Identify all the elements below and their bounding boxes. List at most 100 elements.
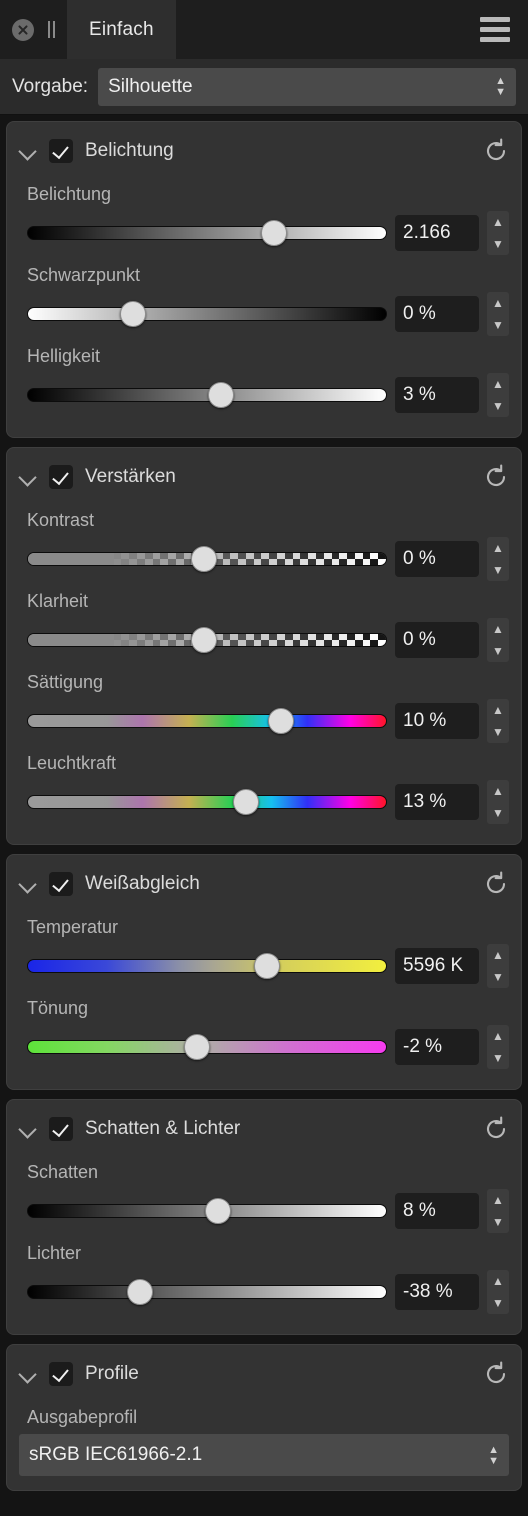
slider-stepper[interactable]: ▲ ▼ [487, 699, 509, 743]
slider-track [27, 307, 387, 321]
slider-knob[interactable] [183, 1034, 210, 1060]
slider-value-input[interactable]: 3 % [395, 377, 479, 413]
slider-stepper[interactable]: ▲ ▼ [487, 1270, 509, 1314]
stepper-down-icon[interactable]: ▼ [492, 238, 504, 250]
panel-enable-checkbox[interactable] [49, 465, 73, 489]
panel-enable-checkbox[interactable] [49, 1117, 73, 1141]
slider-label: Tönung [27, 998, 89, 1018]
slider-stepper[interactable]: ▲ ▼ [487, 944, 509, 988]
slider-track-area[interactable] [19, 953, 387, 979]
panel-enable-checkbox[interactable] [49, 872, 73, 896]
slider-track-area[interactable] [19, 627, 387, 653]
slider-track-area[interactable] [19, 1034, 387, 1060]
stepper-down-icon[interactable]: ▼ [492, 807, 504, 819]
reset-icon[interactable] [483, 871, 509, 897]
stepper-up-icon[interactable]: ▲ [492, 704, 504, 716]
chevron-down-icon[interactable] [19, 875, 37, 893]
reset-icon[interactable] [483, 464, 509, 490]
panel-enable-checkbox[interactable] [49, 1362, 73, 1386]
slider-stepper[interactable]: ▲ ▼ [487, 618, 509, 662]
slider-track-area[interactable] [19, 1279, 387, 1305]
drag-handle-icon[interactable] [44, 21, 59, 38]
stepper-down-icon[interactable]: ▼ [492, 319, 504, 331]
slider-value-input[interactable]: 13 % [395, 784, 479, 820]
stepper-down-icon[interactable]: ▼ [492, 726, 504, 738]
slider-value-input[interactable]: -38 % [395, 1274, 479, 1310]
slider-row: 13 % ▲ ▼ [19, 776, 509, 830]
slider-knob[interactable] [254, 953, 281, 979]
slider-row: 10 % ▲ ▼ [19, 695, 509, 749]
stepper-up-icon[interactable]: ▲ [492, 378, 504, 390]
slider-track [27, 388, 387, 402]
stepper-up-icon[interactable]: ▲ [492, 785, 504, 797]
slider-track-area[interactable] [19, 220, 387, 246]
slider-value-input[interactable]: 2.166 [395, 215, 479, 251]
stepper-down-icon[interactable]: ▼ [492, 645, 504, 657]
slider-stepper[interactable]: ▲ ▼ [487, 1189, 509, 1233]
stepper-up-icon[interactable]: ▲ [492, 949, 504, 961]
preset-select[interactable]: Silhouette ▲ ▼ [98, 67, 516, 106]
stepper-up-icon[interactable]: ▲ [492, 216, 504, 228]
panel-title: Profile [85, 1363, 139, 1384]
slider-knob[interactable] [204, 1198, 231, 1224]
stepper-up-icon[interactable]: ▲ [492, 1194, 504, 1206]
stepper-up-icon[interactable]: ▲ [492, 1030, 504, 1042]
stepper-up-icon[interactable]: ▲ [492, 1275, 504, 1287]
stepper-up-icon[interactable]: ▲ [492, 297, 504, 309]
slider-value-input[interactable]: 8 % [395, 1193, 479, 1229]
slider-knob[interactable] [190, 627, 217, 653]
slider-value-input[interactable]: 0 % [395, 541, 479, 577]
slider-stepper[interactable]: ▲ ▼ [487, 211, 509, 255]
slider-track-area[interactable] [19, 789, 387, 815]
output-profile-label: Ausgabeprofil [27, 1407, 138, 1427]
slider-track-area[interactable] [19, 1198, 387, 1224]
slider-row: 5596 K ▲ ▼ [19, 940, 509, 994]
chevron-down-icon[interactable] [19, 468, 37, 486]
chevron-down-icon[interactable] [19, 142, 37, 160]
slider-knob[interactable] [119, 301, 146, 327]
stepper-down-icon[interactable]: ▼ [492, 564, 504, 576]
stepper-down-icon[interactable]: ▼ [492, 1052, 504, 1064]
chevron-down-icon[interactable] [19, 1120, 37, 1138]
slider-value-input[interactable]: 5596 K [395, 948, 479, 984]
hamburger-menu-icon[interactable] [478, 11, 512, 48]
stepper-up-icon[interactable]: ▲ [492, 542, 504, 554]
slider-value-input[interactable]: 0 % [395, 622, 479, 658]
slider-knob[interactable] [127, 1279, 154, 1305]
slider-row: 0 % ▲ ▼ [19, 533, 509, 587]
tab-einfach[interactable]: Einfach [67, 0, 176, 59]
chevron-down-icon[interactable] [19, 1365, 37, 1383]
reset-icon[interactable] [483, 1116, 509, 1142]
slider-stepper[interactable]: ▲ ▼ [487, 373, 509, 417]
stepper-down-icon[interactable]: ▼ [492, 971, 504, 983]
panel-enable-checkbox[interactable] [49, 139, 73, 163]
adjustment-panels: Belichtung Belichtung 2.166 ▲ ▼ Schwarzpunkt 0… [0, 115, 528, 1491]
slider-stepper[interactable]: ▲ ▼ [487, 780, 509, 824]
output-profile-select[interactable]: sRGB IEC61966-2.1 ▲ ▼ [19, 1434, 509, 1476]
slider-track-area[interactable] [19, 708, 387, 734]
slider-value-input[interactable]: -2 % [395, 1029, 479, 1065]
slider-knob[interactable] [190, 546, 217, 572]
slider-track-area[interactable] [19, 301, 387, 327]
stepper-up-icon[interactable]: ▲ [492, 623, 504, 635]
slider-stepper[interactable]: ▲ ▼ [487, 537, 509, 581]
slider-row: 0 % ▲ ▼ [19, 288, 509, 342]
stepper-down-icon[interactable]: ▼ [492, 1216, 504, 1228]
slider-value-input[interactable]: 10 % [395, 703, 479, 739]
reset-icon[interactable] [483, 138, 509, 164]
stepper-down-icon[interactable]: ▼ [492, 1297, 504, 1309]
stepper-down-icon[interactable]: ▼ [492, 400, 504, 412]
slider-track-area[interactable] [19, 546, 387, 572]
reset-icon[interactable] [483, 1361, 509, 1387]
slider-knob[interactable] [268, 708, 295, 734]
slider-row: -2 % ▲ ▼ [19, 1021, 509, 1075]
slider-knob[interactable] [233, 789, 260, 815]
slider-stepper[interactable]: ▲ ▼ [487, 292, 509, 336]
slider-knob[interactable] [208, 382, 235, 408]
slider-stepper[interactable]: ▲ ▼ [487, 1025, 509, 1069]
slider-knob[interactable] [261, 220, 288, 246]
slider-value-input[interactable]: 0 % [395, 296, 479, 332]
slider-label: Schwarzpunkt [27, 265, 141, 285]
slider-track-area[interactable] [19, 382, 387, 408]
close-circle-icon[interactable] [12, 18, 34, 41]
